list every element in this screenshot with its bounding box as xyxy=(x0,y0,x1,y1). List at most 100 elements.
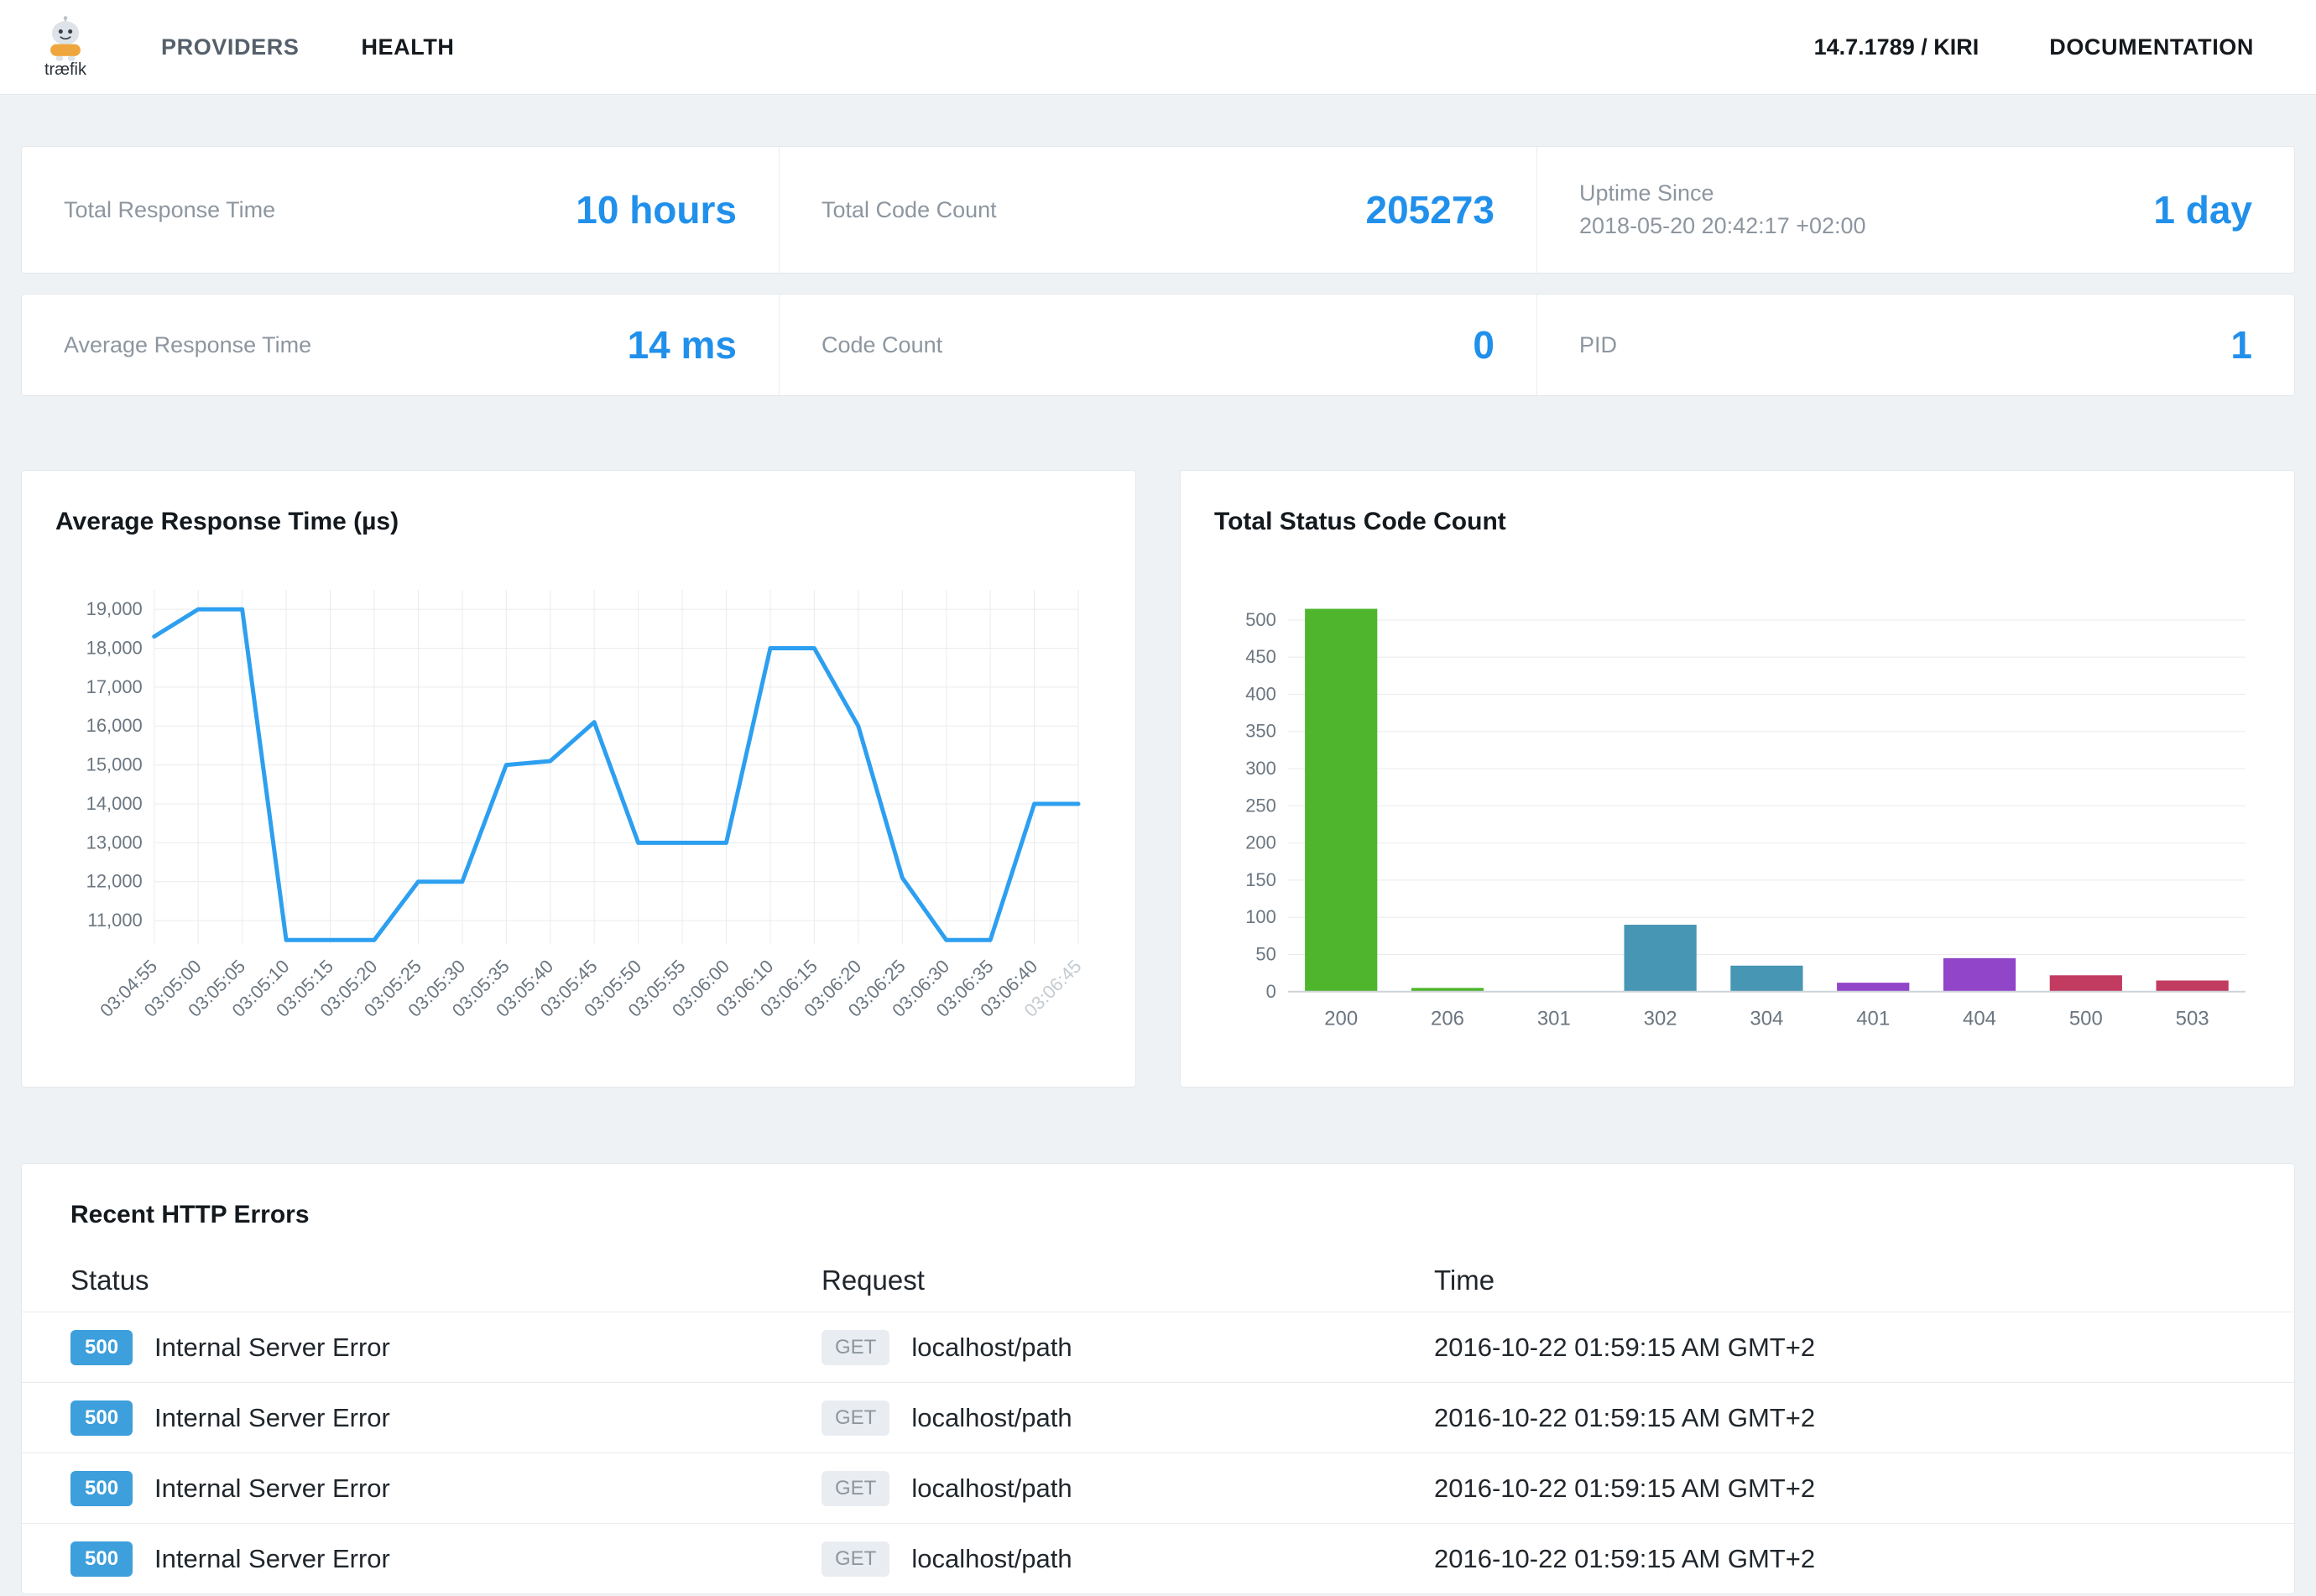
stats-row-current: Average Response Time 14 ms Code Count 0… xyxy=(21,294,2295,396)
request-cell: GET localhost/path xyxy=(822,1400,1434,1436)
version-label: 14.7.1789 / KIRI xyxy=(1814,34,1980,60)
stat-value: 1 day xyxy=(2153,187,2252,232)
chart-title-status-codes: Total Status Code Count xyxy=(1214,508,2261,536)
svg-text:500: 500 xyxy=(2069,1008,2103,1030)
column-status: Status xyxy=(70,1265,822,1296)
stat-label-block: Uptime Since 2018-05-20 20:42:17 +02:00 xyxy=(1579,180,1866,239)
svg-text:18,000: 18,000 xyxy=(86,637,143,658)
status-cell: 500 Internal Server Error xyxy=(70,1471,822,1506)
stat-label: Uptime Since xyxy=(1579,180,1866,206)
error-row: 500 Internal Server Error GET localhost/… xyxy=(22,1453,2294,1523)
time-cell: 2016-10-22 01:59:15 AM GMT+2 xyxy=(1434,1473,2246,1504)
time-cell: 2016-10-22 01:59:15 AM GMT+2 xyxy=(1434,1333,2246,1363)
svg-text:0: 0 xyxy=(1266,981,1276,1002)
stat-pid: PID 1 xyxy=(1536,295,2294,395)
status-code-chart-card: Total Status Code Count 0 50 100 150 200 250 3… xyxy=(1180,470,2295,1087)
svg-text:200: 200 xyxy=(1245,832,1276,853)
svg-text:12,000: 12,000 xyxy=(86,871,143,892)
method-badge: GET xyxy=(822,1330,889,1365)
stat-value: 10 hours xyxy=(576,187,737,232)
status-text: Internal Server Error xyxy=(154,1333,390,1363)
request-cell: GET localhost/path xyxy=(822,1541,1434,1577)
svg-text:301: 301 xyxy=(1537,1008,1571,1030)
status-text: Internal Server Error xyxy=(154,1473,390,1504)
svg-text:304: 304 xyxy=(1750,1008,1783,1030)
stats-row-totals: Total Response Time 10 hours Total Code … xyxy=(21,146,2295,274)
svg-text:200: 200 xyxy=(1324,1008,1358,1030)
svg-text:150: 150 xyxy=(1245,869,1276,890)
stat-average-response-time: Average Response Time 14 ms xyxy=(22,295,779,395)
stat-value: 0 xyxy=(1473,322,1494,368)
stat-label: Code Count xyxy=(822,332,942,358)
stat-label: Total Response Time xyxy=(64,197,275,223)
svg-text:400: 400 xyxy=(1245,683,1276,704)
recent-errors-card: Recent HTTP Errors Status Request Time 5… xyxy=(21,1163,2295,1594)
stat-label: PID xyxy=(1579,332,1617,358)
status-cell: 500 Internal Server Error xyxy=(70,1330,822,1365)
main-content: Total Response Time 10 hours Total Code … xyxy=(0,146,2316,1594)
request-cell: GET localhost/path xyxy=(822,1471,1434,1506)
error-row: 500 Internal Server Error GET localhost/… xyxy=(22,1382,2294,1453)
svg-text:250: 250 xyxy=(1245,795,1276,816)
time-cell: 2016-10-22 01:59:15 AM GMT+2 xyxy=(1434,1403,2246,1433)
traefik-mascot-icon xyxy=(37,15,94,64)
time-cell: 2016-10-22 01:59:15 AM GMT+2 xyxy=(1434,1544,2246,1574)
request-path: localhost/path xyxy=(911,1403,1072,1433)
documentation-link[interactable]: DOCUMENTATION xyxy=(2049,34,2254,60)
svg-text:14,000: 14,000 xyxy=(86,793,143,814)
navbar: træfik PROVIDERS HEALTH 14.7.1789 / KIRI… xyxy=(0,0,2316,94)
status-code-badge: 500 xyxy=(70,1471,133,1506)
charts-row: Average Response Time (µs) 11,00012,0001… xyxy=(21,470,2295,1087)
svg-text:300: 300 xyxy=(1245,758,1276,779)
status-code-badge: 500 xyxy=(70,1400,133,1436)
stat-value: 14 ms xyxy=(628,322,737,368)
column-request: Request xyxy=(822,1265,1434,1296)
status-cell: 500 Internal Server Error xyxy=(70,1400,822,1436)
request-path: localhost/path xyxy=(911,1544,1072,1574)
request-path: localhost/path xyxy=(911,1333,1072,1363)
method-badge: GET xyxy=(822,1541,889,1577)
svg-text:401: 401 xyxy=(1856,1008,1890,1030)
stat-uptime-since: Uptime Since 2018-05-20 20:42:17 +02:00 … xyxy=(1536,147,2294,273)
svg-text:404: 404 xyxy=(1963,1008,1996,1030)
stat-label: Total Code Count xyxy=(822,197,997,223)
svg-text:302: 302 xyxy=(1644,1008,1677,1030)
errors-table-header: Status Request Time xyxy=(22,1249,2294,1312)
status-text: Internal Server Error xyxy=(154,1544,390,1574)
status-code-badge: 500 xyxy=(70,1541,133,1577)
svg-text:11,000: 11,000 xyxy=(87,910,142,931)
errors-table: Status Request Time 500 Internal Server … xyxy=(22,1249,2294,1593)
errors-title: Recent HTTP Errors xyxy=(22,1201,2294,1229)
request-cell: GET localhost/path xyxy=(822,1330,1434,1365)
svg-text:206: 206 xyxy=(1431,1008,1464,1030)
request-path: localhost/path xyxy=(911,1473,1072,1504)
stat-value: 205273 xyxy=(1366,187,1495,232)
stat-sublabel: 2018-05-20 20:42:17 +02:00 xyxy=(1579,213,1866,239)
svg-text:503: 503 xyxy=(2176,1008,2209,1030)
traefik-logo[interactable]: træfik xyxy=(25,15,106,80)
svg-text:16,000: 16,000 xyxy=(86,715,143,736)
status-code-badge: 500 xyxy=(70,1330,133,1365)
error-row: 500 Internal Server Error GET localhost/… xyxy=(22,1312,2294,1382)
svg-text:17,000: 17,000 xyxy=(86,676,143,697)
stat-code-count: Code Count 0 xyxy=(779,295,1536,395)
stat-total-code-count: Total Code Count 205273 xyxy=(779,147,1536,273)
svg-text:15,000: 15,000 xyxy=(86,754,143,775)
method-badge: GET xyxy=(822,1400,889,1436)
svg-text:50: 50 xyxy=(1255,943,1275,964)
response-time-chart-card: Average Response Time (µs) 11,00012,0001… xyxy=(21,470,1136,1087)
svg-text:13,000: 13,000 xyxy=(86,832,143,853)
nav-item-providers[interactable]: PROVIDERS xyxy=(161,34,299,60)
status-code-bar-chart: 0 50 100 150 200 250 300 350 400 450 500 200 206 301 3… xyxy=(1214,571,2261,1041)
response-time-line-chart: 11,000 12,000 13,000 14,000 15,000 16,000 17,0… xyxy=(55,571,1102,1087)
svg-text:100: 100 xyxy=(1245,906,1276,927)
svg-text:450: 450 xyxy=(1245,646,1276,667)
method-badge: GET xyxy=(822,1471,889,1506)
column-time: Time xyxy=(1434,1265,2246,1296)
navbar-right: 14.7.1789 / KIRI DOCUMENTATION xyxy=(1814,34,2254,60)
chart-title-response-time: Average Response Time (µs) xyxy=(55,508,1102,536)
status-text: Internal Server Error xyxy=(154,1403,390,1433)
svg-text:350: 350 xyxy=(1245,721,1276,742)
logo-text: træfik xyxy=(44,60,86,80)
nav-item-health[interactable]: HEALTH xyxy=(361,34,454,60)
